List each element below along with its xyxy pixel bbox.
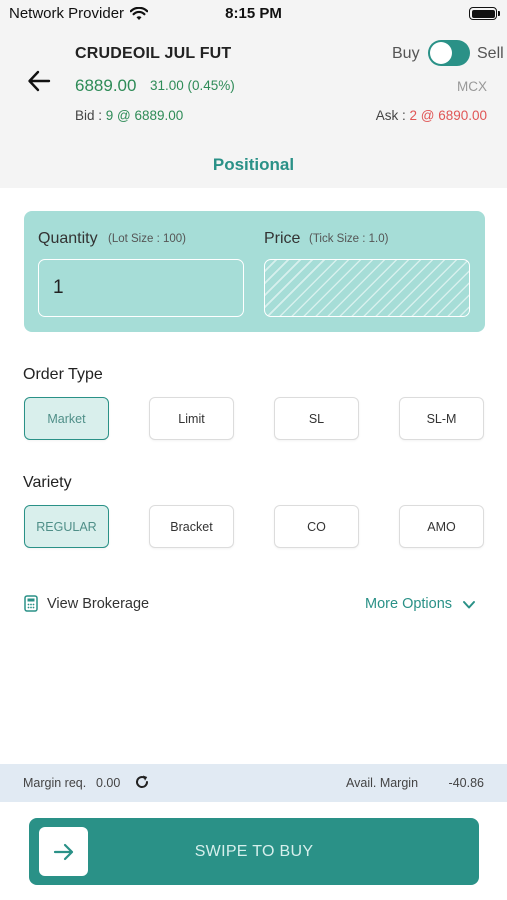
ask-info: Ask : 2 @ 6890.00 [376,108,487,123]
toggle-knob [430,42,452,64]
buy-label: Buy [392,45,420,62]
battery-icon [469,7,500,20]
bid-info: Bid : 9 @ 6889.00 [75,108,183,123]
view-brokerage-link[interactable]: View Brokerage [47,596,149,612]
order-type-title: Order Type [23,366,103,383]
status-bar: Network Provider 8:15 PM [0,0,507,30]
back-arrow-icon[interactable] [26,68,52,94]
avail-margin-label: Avail. Margin [346,776,419,790]
calculator-icon[interactable] [24,595,38,612]
order-type-limit-button[interactable]: Limit [149,397,234,440]
tick-size-hint: (Tick Size : 1.0) [309,233,389,245]
exchange-label: MCX [457,79,487,94]
price-input-disabled [264,259,470,317]
swipe-to-buy-label: SWIPE TO BUY [194,843,314,860]
variety-bracket-button[interactable]: Bracket [149,505,234,548]
tab-positional[interactable]: Positional [0,155,507,175]
instrument-name: CRUDEOIL JUL FUT [75,45,232,62]
price-label: Price [264,230,301,247]
more-options-link[interactable]: More Options [365,596,452,612]
chevron-down-icon[interactable] [462,598,476,612]
ask-label: Ask : [375,108,410,123]
status-time: 8:15 PM [225,5,282,22]
buy-sell-toggle[interactable] [428,40,470,66]
sell-label: Sell [477,45,504,62]
order-type-market-button[interactable]: Market [24,397,109,440]
refresh-icon[interactable] [134,774,150,790]
ask-value: 2 @ 6890.00 [409,108,487,123]
variety-co-button[interactable]: CO [274,505,359,548]
bid-value: 9 @ 6889.00 [105,108,184,123]
margin-bar: Margin req. 0.00 Avail. Margin -40.86 [0,764,507,802]
margin-req-label: Margin req. [23,776,87,790]
order-type-slm-button[interactable]: SL-M [399,397,484,440]
variety-amo-button[interactable]: AMO [399,505,484,548]
price-change: 31.00 (0.45%) [150,78,235,93]
variety-regular-button[interactable]: REGULAR [24,505,109,548]
quantity-price-card: Quantity (Lot Size : 100) Price (Tick Si… [24,211,485,332]
lot-size-hint: (Lot Size : 100) [108,233,186,245]
avail-margin-value: -40.86 [448,776,484,790]
quantity-input[interactable] [38,259,244,317]
order-type-sl-button[interactable]: SL [274,397,359,440]
quantity-label: Quantity [38,230,98,247]
swipe-to-buy-slider[interactable]: SWIPE TO BUY [29,818,479,885]
bid-label: Bid : [75,108,106,123]
instrument-header: CRUDEOIL JUL FUT 6889.00 31.00 (0.45%) B… [0,30,507,188]
last-traded-price: 6889.00 [75,76,137,95]
margin-req-value: 0.00 [96,776,121,790]
variety-title: Variety [23,474,72,491]
